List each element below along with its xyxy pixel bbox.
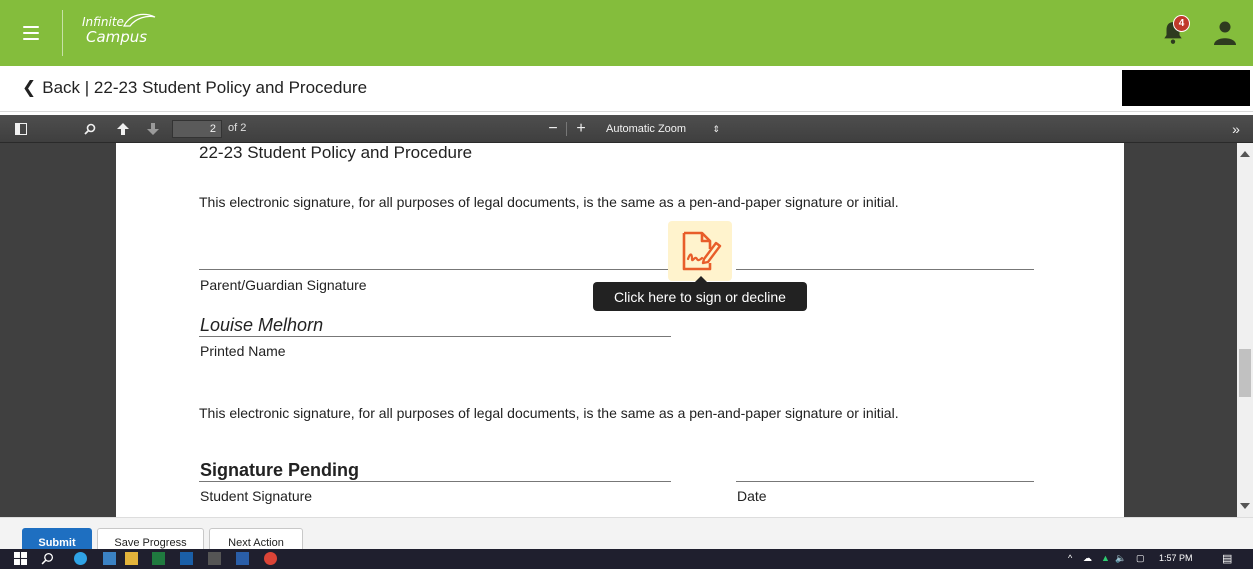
pdf-viewer[interactable]: 22-23 Student Policy and Procedure This … xyxy=(0,143,1237,517)
hamburger-line xyxy=(23,38,39,40)
back-link[interactable]: ❮ Back | 22-23 Student Policy and Proced… xyxy=(22,78,367,98)
parent-date-line xyxy=(736,269,1034,270)
next-page-icon[interactable] xyxy=(145,120,161,138)
windows-taskbar: ^ ☁ ▲ 🔈 ▢ 1:57 PM ▤ xyxy=(0,549,1253,569)
printed-name-label: Printed Name xyxy=(200,343,286,359)
student-signature-status: Signature Pending xyxy=(200,460,360,480)
logo-swoosh-icon xyxy=(123,13,156,27)
pdf-page: 22-23 Student Policy and Procedure This … xyxy=(116,143,1124,517)
student-signature-label: Student Signature xyxy=(200,488,313,504)
hamburger-line xyxy=(23,26,39,28)
student-signature-line xyxy=(199,481,671,482)
signature-pen-icon xyxy=(682,231,722,271)
page-count: of 2 xyxy=(228,122,247,134)
parent-signature-label: Parent/Guardian Signature xyxy=(200,277,367,293)
scroll-thumb[interactable] xyxy=(1239,349,1251,397)
user-profile-icon[interactable] xyxy=(1213,20,1237,46)
word-icon[interactable] xyxy=(236,552,249,565)
signature-disclaimer: This electronic signature, for all purpo… xyxy=(199,405,899,421)
pdf-toolbar: 2 of 2 − + Automatic Zoom ⇕ » xyxy=(0,115,1253,143)
document-title: 22-23 Student Policy and Procedure xyxy=(199,143,473,162)
windows-start-icon[interactable] xyxy=(14,552,27,565)
student-date-line xyxy=(736,481,1034,482)
chevron-left-icon: ❮ xyxy=(22,78,37,98)
printed-name-line xyxy=(199,336,671,337)
redacted-area xyxy=(1122,70,1250,106)
page-header: ❮ Back | 22-23 Student Policy and Proced… xyxy=(0,66,1253,112)
signature-disclaimer: This electronic signature, for all purpo… xyxy=(199,194,899,210)
scroll-up-icon[interactable] xyxy=(1240,151,1250,157)
back-link-label: Back | 22-23 Student Policy and Procedur… xyxy=(42,78,368,97)
network-icon[interactable]: ▢ xyxy=(1136,553,1145,564)
file-explorer-icon[interactable] xyxy=(125,552,138,565)
sign-document-button[interactable] xyxy=(668,221,732,281)
zoom-select-value: Automatic Zoom xyxy=(606,123,687,135)
toolbar-divider xyxy=(566,122,567,136)
scroll-down-icon[interactable] xyxy=(1240,503,1250,509)
previous-page-icon[interactable] xyxy=(115,120,131,138)
viewer-scrollbar[interactable] xyxy=(1237,143,1253,517)
tools-menu-icon[interactable]: » xyxy=(1228,120,1244,138)
action-bar: Submit Save Progress Next Action xyxy=(0,517,1253,558)
select-arrows-icon: ⇕ xyxy=(712,124,720,134)
taskbar-app-icon[interactable] xyxy=(208,552,221,565)
tray-chevron-up-icon[interactable]: ^ xyxy=(1068,553,1072,563)
search-icon[interactable] xyxy=(82,120,98,138)
logo-divider xyxy=(62,10,63,56)
notifications-center-icon[interactable]: ▤ xyxy=(1222,552,1232,565)
zoom-select[interactable]: Automatic Zoom ⇕ xyxy=(598,120,728,138)
top-bar: Infinite Campus 4 xyxy=(0,0,1253,66)
volume-icon[interactable]: 🔈 xyxy=(1115,553,1126,564)
logo-line2: Campus xyxy=(86,28,148,46)
taskbar-clock[interactable]: 1:57 PM xyxy=(1159,553,1193,563)
zoom-in-icon[interactable]: + xyxy=(574,120,588,138)
taskbar-app-icon[interactable] xyxy=(103,552,116,565)
parent-signature-line xyxy=(199,269,671,270)
chrome-icon[interactable] xyxy=(264,552,277,565)
excel-icon[interactable] xyxy=(152,552,165,565)
tray-app-icon[interactable]: ▲ xyxy=(1101,553,1110,563)
printed-name-value: Louise Melhorn xyxy=(200,315,324,335)
sidebar-toggle-icon[interactable] xyxy=(13,120,29,138)
edge-browser-icon[interactable] xyxy=(74,552,87,565)
onedrive-icon[interactable]: ☁ xyxy=(1083,553,1092,564)
taskbar-search-icon[interactable] xyxy=(41,552,54,565)
menu-button[interactable] xyxy=(10,12,52,54)
sign-tooltip: Click here to sign or decline xyxy=(593,276,807,311)
hamburger-line xyxy=(23,32,39,34)
zoom-out-icon[interactable]: − xyxy=(546,120,560,138)
student-date-label: Date xyxy=(737,488,767,504)
app-logo[interactable]: Infinite Campus xyxy=(82,13,156,46)
outlook-icon[interactable] xyxy=(180,552,193,565)
page-number-input[interactable]: 2 xyxy=(172,120,222,138)
notification-badge: 4 xyxy=(1173,15,1190,32)
